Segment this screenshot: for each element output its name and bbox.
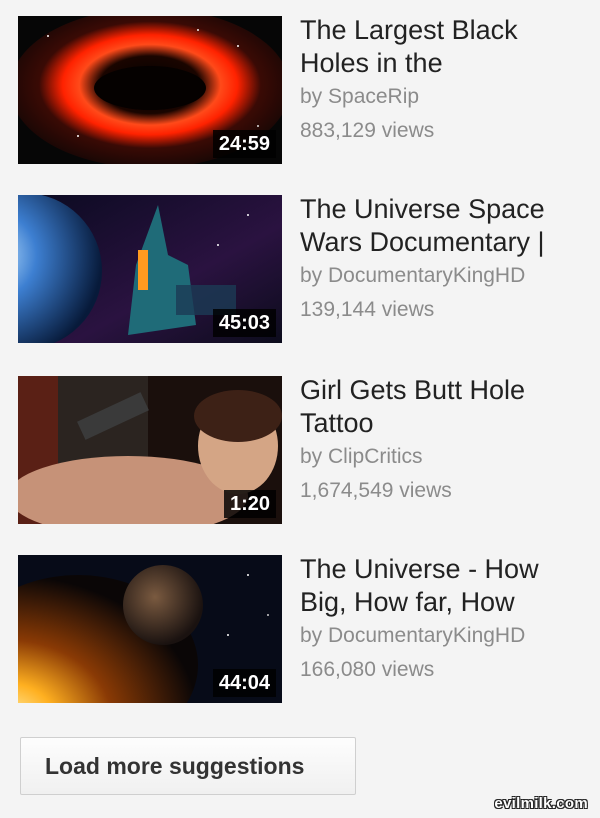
- video-title[interactable]: The Largest Black Holes in the: [300, 14, 590, 80]
- video-thumbnail-space-wars[interactable]: 45:03: [18, 195, 282, 343]
- video-duration: 24:59: [212, 130, 276, 158]
- load-more-label: Load more suggestions: [45, 753, 305, 779]
- video-info: The Universe Space Wars Documentary | by…: [300, 193, 590, 327]
- suggestion-item[interactable]: 1:20 Girl Gets Butt Hole Tattoo by ClipC…: [18, 374, 590, 524]
- video-title-line[interactable]: Wars Documentary |: [300, 226, 590, 259]
- load-more-suggestions-button[interactable]: Load more suggestions: [20, 737, 356, 795]
- video-channel: by DocumentaryKingHD: [300, 624, 526, 647]
- video-title-line[interactable]: The Universe Space: [300, 193, 590, 226]
- video-title-line[interactable]: Holes in the: [300, 47, 590, 80]
- video-title-line[interactable]: Tattoo: [300, 407, 590, 440]
- suggestion-item[interactable]: 24:59 The Largest Black Holes in the by …: [18, 14, 590, 164]
- video-thumbnail-black-hole[interactable]: 24:59: [18, 16, 282, 164]
- video-title[interactable]: The Universe - How Big, How far, How: [300, 553, 590, 619]
- video-views: 166,080 views: [300, 658, 435, 681]
- suggestion-item[interactable]: 44:04 The Universe - How Big, How far, H…: [18, 553, 590, 703]
- video-thumbnail-tattoo[interactable]: 1:20: [18, 376, 282, 524]
- video-title[interactable]: The Universe Space Wars Documentary |: [300, 193, 590, 259]
- video-views: 139,144 views: [300, 298, 435, 321]
- video-title-line[interactable]: The Largest Black: [300, 14, 590, 47]
- video-info: The Universe - How Big, How far, How by …: [300, 553, 590, 687]
- suggestion-item[interactable]: 45:03 The Universe Space Wars Documentar…: [18, 193, 590, 343]
- video-channel: by DocumentaryKingHD: [300, 264, 526, 287]
- video-views: 883,129 views: [300, 119, 435, 142]
- video-title[interactable]: Girl Gets Butt Hole Tattoo: [300, 374, 590, 440]
- video-channel: by ClipCritics: [300, 445, 423, 468]
- site-watermark: evilmilk.com: [494, 795, 588, 812]
- video-duration: 45:03: [212, 309, 276, 337]
- video-title-line[interactable]: The Universe - How: [300, 553, 590, 586]
- video-duration: 44:04: [212, 669, 276, 697]
- video-channel: by SpaceRip: [300, 85, 420, 108]
- video-duration: 1:20: [223, 490, 276, 518]
- video-info: The Largest Black Holes in the by SpaceR…: [300, 14, 590, 148]
- video-info: Girl Gets Butt Hole Tattoo by ClipCritic…: [300, 374, 590, 508]
- video-thumbnail-universe[interactable]: 44:04: [18, 555, 282, 703]
- video-title-line[interactable]: Girl Gets Butt Hole: [300, 374, 590, 407]
- video-views: 1,674,549 views: [300, 479, 452, 502]
- video-title-line[interactable]: Big, How far, How: [300, 586, 590, 619]
